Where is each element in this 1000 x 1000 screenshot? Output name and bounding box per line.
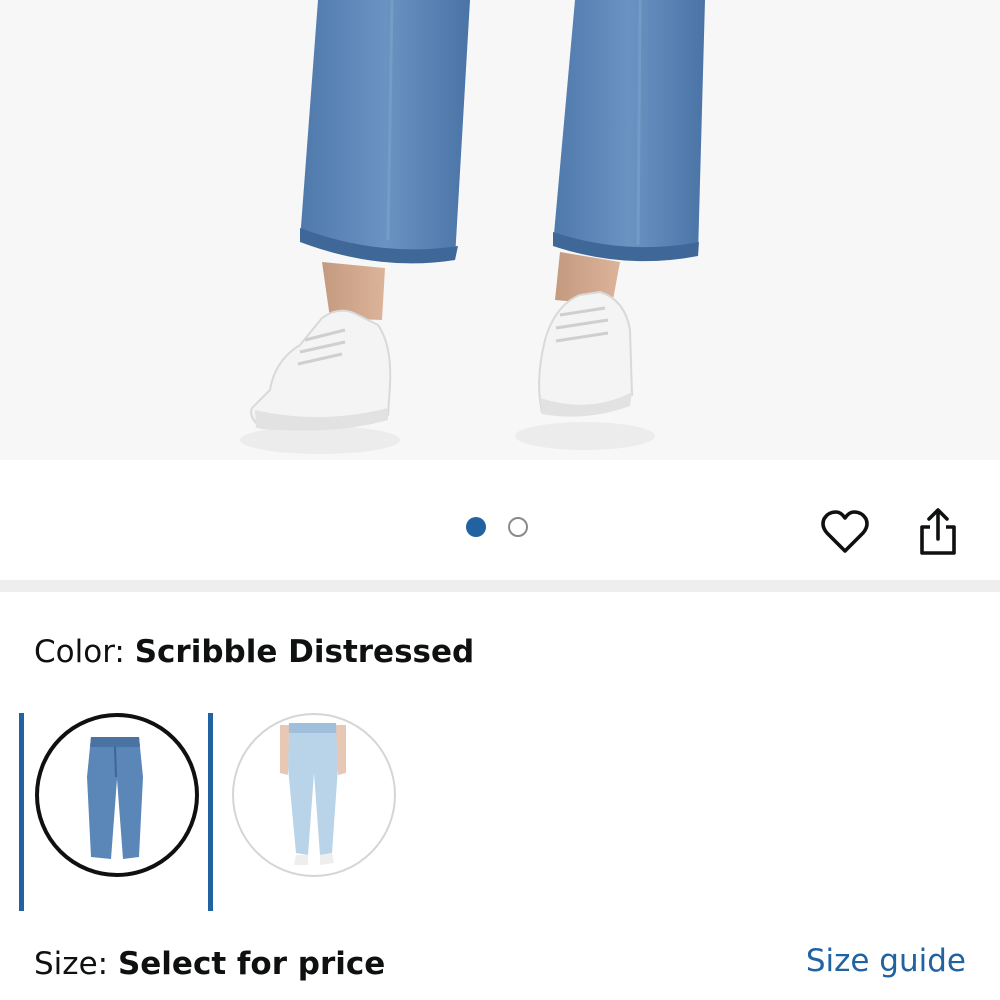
size-value[interactable]: Select for price [118,946,385,982]
color-selection-label: Color: Scribble Distressed [34,632,474,672]
selected-swatch-right-bar [208,713,213,911]
section-divider [0,580,1000,592]
share-icon [920,508,956,555]
swatch-image-medium-denim [87,737,143,859]
swatch-image-light-denim [280,723,346,865]
selected-swatch-left-bar [19,713,24,911]
share-button[interactable] [911,503,965,561]
size-selection-label: Size: Select for price [34,944,385,984]
pager-dot-active[interactable] [466,517,486,537]
product-image[interactable] [0,0,1000,460]
product-page: Color: Scribble Distressed Size: Select … [0,0,1000,1000]
wishlist-button[interactable] [818,503,872,561]
jeans-on-model-image [240,0,705,454]
heart-icon [821,510,869,553]
color-swatch-scribble-distressed[interactable] [35,713,199,877]
pager-dot[interactable] [508,517,528,537]
image-pager [466,517,528,537]
color-value: Scribble Distressed [134,634,475,670]
color-label: Color: [34,634,135,670]
color-swatch-light-wash[interactable] [232,713,396,877]
size-guide-link[interactable]: Size guide [806,941,966,981]
size-label: Size: [34,946,118,982]
